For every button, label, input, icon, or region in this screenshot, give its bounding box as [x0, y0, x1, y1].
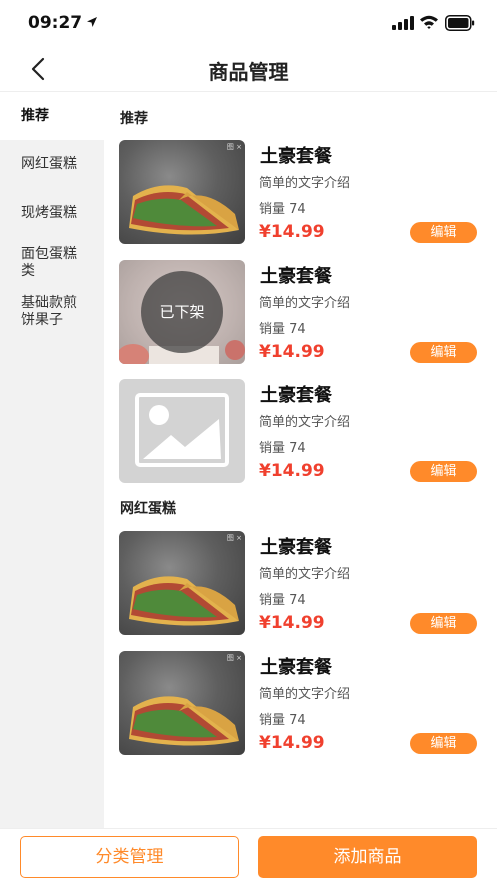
product-card: 图 × 土豪套餐 简单的文字介绍 销量 74 ¥14.99 编辑: [119, 651, 481, 755]
product-description: 简单的文字介绍: [259, 176, 351, 191]
ad-mark: 图 ×: [226, 654, 242, 662]
product-price: ¥14.99: [259, 461, 325, 481]
sidebar-item-bread-cake[interactable]: 面包蛋糕类: [0, 246, 104, 280]
navigation-bar: 商品管理: [0, 46, 497, 92]
edit-button[interactable]: 编辑: [410, 222, 477, 243]
product-description: 简单的文字介绍: [259, 687, 351, 702]
product-name: 土豪套餐: [260, 146, 332, 167]
section-title: 网红蛋糕: [120, 501, 176, 517]
category-management-button[interactable]: 分类管理: [20, 836, 239, 878]
sidebar-item-jianbing[interactable]: 基础款煎饼果子: [0, 295, 104, 329]
sandwich-image-icon: [129, 185, 239, 235]
sandwich-image-icon: [129, 696, 239, 746]
add-product-button[interactable]: 添加商品: [258, 836, 477, 878]
product-card: 已下架 土豪套餐 简单的文字介绍 销量 74 ¥14.99 编辑: [119, 260, 481, 364]
product-name: 土豪套餐: [260, 266, 332, 287]
product-sales: 销量 74: [259, 713, 306, 728]
product-price: ¥14.99: [259, 733, 325, 753]
ad-mark: 图 ×: [226, 143, 242, 151]
edit-button[interactable]: 编辑: [410, 733, 477, 754]
sidebar-item-internet-cake[interactable]: 网红蛋糕: [0, 156, 104, 173]
page-title: 商品管理: [208, 60, 289, 84]
product-description: 简单的文字介绍: [259, 567, 351, 582]
edit-button[interactable]: 编辑: [410, 342, 477, 363]
wifi-icon: [420, 15, 438, 29]
product-name: 土豪套餐: [260, 657, 332, 678]
product-image: 图 ×: [119, 140, 245, 244]
product-price: ¥14.99: [259, 613, 325, 633]
status-time: 09:27: [28, 13, 83, 33]
battery-icon: [445, 15, 475, 31]
product-description: 简单的文字介绍: [259, 415, 351, 430]
product-card: 土豪套餐 简单的文字介绍 销量 74 ¥14.99 编辑: [119, 379, 481, 483]
product-sales: 销量 74: [259, 202, 306, 217]
product-image: 图 ×: [119, 531, 245, 635]
product-sales: 销量 74: [259, 593, 306, 608]
category-sidebar: 推荐 网红蛋糕 现烤蛋糕 面包蛋糕类 基础款煎饼果子: [0, 92, 104, 828]
offshelf-label: 已下架: [159, 303, 205, 321]
product-sales: 销量 74: [259, 322, 306, 337]
ad-mark: 图 ×: [226, 534, 242, 542]
bottom-action-bar: 分类管理 添加商品: [0, 828, 497, 883]
sidebar-item-recommended[interactable]: 推荐: [0, 92, 104, 140]
product-name: 土豪套餐: [260, 385, 332, 406]
product-list: 推荐 图 × 土豪套餐 简单的文字介绍 销量 74 ¥14.99 编辑 已下架 …: [104, 92, 497, 828]
product-card: 图 × 土豪套餐 简单的文字介绍 销量 74 ¥14.99 编辑: [119, 531, 481, 635]
product-image: 已下架: [119, 260, 245, 364]
product-sales: 销量 74: [259, 441, 306, 456]
product-price: ¥14.99: [259, 342, 325, 362]
product-price: ¥14.99: [259, 222, 325, 242]
sandwich-image-icon: [129, 576, 239, 626]
edit-button[interactable]: 编辑: [410, 461, 477, 482]
product-description: 简单的文字介绍: [259, 296, 351, 311]
sidebar-item-fresh-baked-cake[interactable]: 现烤蛋糕: [0, 205, 104, 222]
product-image: 图 ×: [119, 651, 245, 755]
edit-button[interactable]: 编辑: [410, 613, 477, 634]
location-arrow-icon: [87, 17, 97, 27]
cellular-signal-icon: [392, 16, 414, 30]
product-card: 图 × 土豪套餐 简单的文字介绍 销量 74 ¥14.99 编辑: [119, 140, 481, 244]
status-bar: 09:27: [0, 0, 497, 46]
section-title: 推荐: [120, 111, 148, 127]
image-placeholder-icon: [135, 393, 229, 467]
product-name: 土豪套餐: [260, 537, 332, 558]
product-image: [119, 379, 245, 483]
